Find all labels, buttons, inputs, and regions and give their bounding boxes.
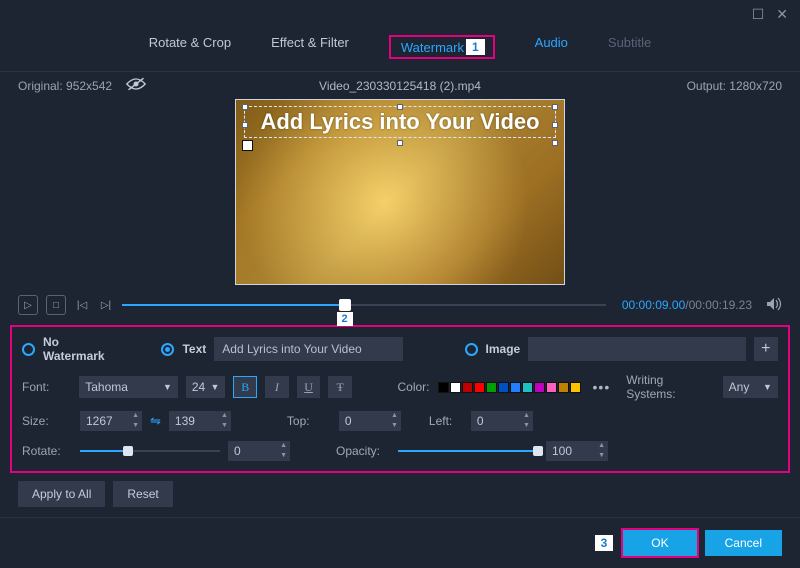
play-button[interactable]: ▷ [18, 295, 38, 315]
tab-audio[interactable]: Audio [535, 35, 568, 59]
rotate-input[interactable]: ▲▼ [228, 441, 290, 461]
left-input[interactable]: ▲▼ [471, 411, 533, 431]
radio-no-watermark[interactable] [22, 343, 35, 356]
video-preview[interactable]: Add Lyrics into Your Video [235, 99, 565, 285]
watermark-panel: No Watermark Text Image + Font: Tahoma▼ … [10, 325, 790, 473]
color-label: Color: [398, 380, 430, 394]
text-watermark-label: Text [182, 342, 206, 356]
ok-button[interactable]: OK [621, 528, 698, 558]
tab-subtitle[interactable]: Subtitle [608, 35, 651, 59]
seek-bar[interactable]: 2 [122, 295, 606, 315]
writing-systems-label: Writing Systems: [626, 373, 714, 401]
step-badge-3: 3 [595, 535, 614, 551]
maximize-icon[interactable]: ☐ [752, 6, 765, 23]
opacity-slider[interactable] [398, 450, 538, 452]
apply-to-all-button[interactable]: Apply to All [18, 481, 105, 507]
writing-systems-select[interactable]: Any▼ [723, 376, 778, 398]
underline-button[interactable]: U [297, 376, 321, 398]
watermark-text-input[interactable] [214, 337, 403, 361]
filename-label: Video_230330125418 (2).mp4 [198, 79, 602, 93]
color-swatch[interactable] [570, 382, 581, 393]
volume-icon[interactable] [766, 297, 782, 314]
color-swatches [438, 382, 581, 393]
color-swatch[interactable] [510, 382, 521, 393]
font-family-select[interactable]: Tahoma▼ [79, 376, 178, 398]
tab-watermark[interactable]: Watermark [401, 40, 464, 55]
top-input[interactable]: ▲▼ [339, 411, 401, 431]
color-swatch[interactable] [522, 382, 533, 393]
tab-bar: Rotate & Crop Effect & Filter Watermark … [0, 29, 800, 72]
tab-watermark-highlight: Watermark 1 [389, 35, 495, 59]
visibility-toggle-icon[interactable] [126, 76, 146, 95]
reset-button[interactable]: Reset [113, 481, 172, 507]
more-colors-button[interactable]: ••• [593, 379, 611, 395]
rotate-label: Rotate: [22, 444, 72, 458]
output-size-label: Output: 1280x720 [602, 79, 782, 93]
color-swatch[interactable] [546, 382, 557, 393]
radio-image-watermark[interactable] [465, 343, 478, 356]
font-label: Font: [22, 380, 71, 394]
color-swatch[interactable] [486, 382, 497, 393]
add-image-button[interactable]: + [754, 337, 778, 361]
left-label: Left: [429, 414, 463, 428]
top-label: Top: [287, 414, 331, 428]
link-aspect-icon[interactable]: ⇋ [150, 413, 161, 429]
resize-handle[interactable] [242, 140, 253, 151]
radio-text-watermark[interactable] [161, 343, 174, 356]
resize-handle[interactable] [397, 104, 403, 110]
close-icon[interactable]: ✕ [776, 6, 788, 23]
prev-frame-button[interactable]: |◁ [74, 295, 90, 315]
color-swatch[interactable] [438, 382, 449, 393]
time-display: 00:00:09.00/00:00:19.23 [622, 298, 752, 312]
font-size-select[interactable]: 24▼ [186, 376, 226, 398]
color-swatch[interactable] [450, 382, 461, 393]
resize-handle[interactable] [397, 140, 403, 146]
step-badge-2: 2 [337, 312, 353, 326]
color-swatch[interactable] [474, 382, 485, 393]
current-time: 00:00:09.00 [622, 298, 685, 312]
cancel-button[interactable]: Cancel [705, 530, 782, 556]
tab-rotate-crop[interactable]: Rotate & Crop [149, 35, 231, 59]
image-watermark-label: Image [486, 342, 521, 356]
tab-effect-filter[interactable]: Effect & Filter [271, 35, 349, 59]
watermark-overlay-text[interactable]: Add Lyrics into Your Video [244, 106, 556, 138]
strikethrough-button[interactable]: Ŧ [328, 376, 352, 398]
resize-handle[interactable] [242, 122, 248, 128]
duration-time: 00:00:19.23 [689, 298, 752, 312]
height-input[interactable]: ▲▼ [169, 411, 231, 431]
rotate-slider[interactable] [80, 450, 220, 452]
color-swatch[interactable] [498, 382, 509, 393]
size-label: Size: [22, 414, 72, 428]
no-watermark-label: No Watermark [43, 335, 119, 363]
opacity-input[interactable]: ▲▼ [546, 441, 608, 461]
next-frame-button[interactable]: ▷| [98, 295, 114, 315]
resize-handle[interactable] [552, 104, 558, 110]
color-swatch[interactable] [462, 382, 473, 393]
resize-handle[interactable] [242, 104, 248, 110]
width-input[interactable]: ▲▼ [80, 411, 142, 431]
watermark-image-input[interactable] [528, 337, 745, 361]
step-badge-1: 1 [466, 39, 485, 55]
opacity-label: Opacity: [336, 444, 390, 458]
original-size-label: Original: 952x542 [18, 79, 112, 93]
resize-handle[interactable] [552, 122, 558, 128]
color-swatch[interactable] [558, 382, 569, 393]
bold-button[interactable]: B [233, 376, 257, 398]
italic-button[interactable]: I [265, 376, 289, 398]
stop-button[interactable]: □ [46, 295, 66, 315]
resize-handle[interactable] [552, 140, 558, 146]
color-swatch[interactable] [534, 382, 545, 393]
